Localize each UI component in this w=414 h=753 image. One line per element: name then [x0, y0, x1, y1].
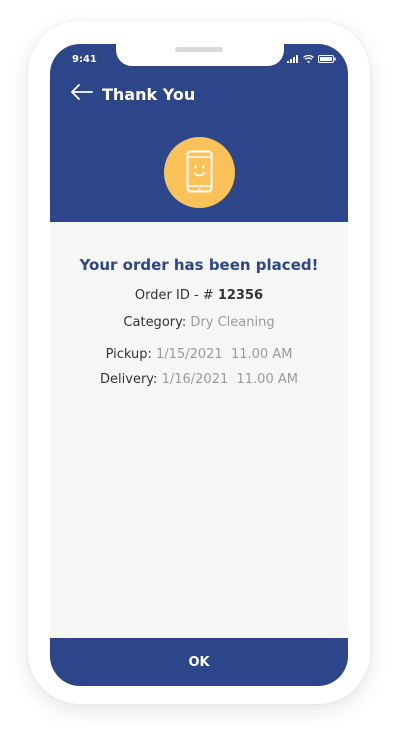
app-screen: 9:41 Thank You Your order has been place… [50, 44, 348, 686]
signal-icon [287, 55, 298, 63]
category-row: Category: Dry Cleaning [50, 315, 348, 330]
page-title: Thank You [102, 85, 196, 104]
delivery-label: Delivery: [100, 372, 158, 387]
device-notch [116, 44, 284, 66]
back-button[interactable] [70, 82, 94, 102]
battery-icon [318, 55, 336, 63]
pickup-row: Pickup: 1/15/2021 11.00 AM [50, 347, 348, 362]
delivery-row: Delivery: 1/16/2021 11.00 AM [50, 372, 348, 387]
pickup-value: 1/15/2021 11.00 AM [156, 347, 293, 362]
order-id-row: Order ID - # 12356 [50, 288, 348, 303]
header-bar: 9:41 Thank You [50, 44, 348, 222]
status-time: 9:41 [72, 54, 97, 65]
order-id-value: 12356 [217, 288, 264, 303]
status-icons [287, 55, 336, 63]
phone-frame: 9:41 Thank You Your order has been place… [28, 21, 370, 704]
delivery-value: 1/16/2021 11.00 AM [161, 372, 298, 387]
arrow-left-icon [71, 84, 93, 100]
ok-button[interactable]: OK [50, 638, 348, 686]
order-placed-heading: Your order has been placed! [79, 256, 319, 274]
category-label: Category: [123, 315, 187, 330]
order-id-label: Order ID - # [134, 288, 214, 303]
wifi-icon [303, 55, 314, 63]
pickup-label: Pickup: [105, 347, 152, 362]
smiling-phone-icon [164, 137, 235, 208]
speaker-slot [175, 47, 223, 52]
category-value: Dry Cleaning [190, 315, 275, 330]
